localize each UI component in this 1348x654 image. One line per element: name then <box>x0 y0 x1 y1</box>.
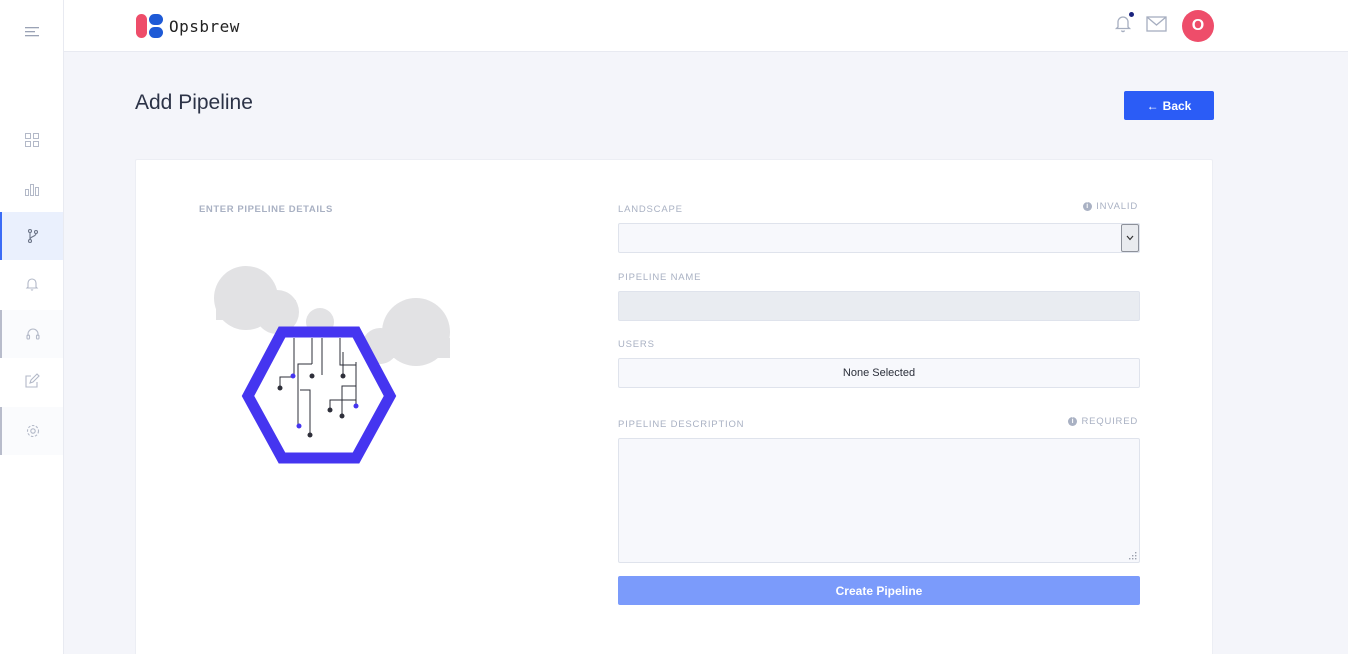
sidebar-item-settings[interactable] <box>0 407 63 455</box>
landscape-status: i INVALID <box>1083 201 1138 212</box>
description-label: PIPELINE DESCRIPTION <box>618 419 745 430</box>
bell-icon <box>25 278 38 291</box>
pipeline-name-input[interactable] <box>618 291 1140 321</box>
menu-toggle-button[interactable] <box>0 0 64 64</box>
messages-button[interactable] <box>1146 16 1167 37</box>
edit-icon <box>24 373 40 388</box>
sidebar-item-dashboard[interactable] <box>0 116 63 164</box>
notifications-button[interactable] <box>1114 12 1134 38</box>
settings-icon <box>26 424 39 438</box>
sidebar-item-support[interactable] <box>0 310 63 358</box>
chevron-down-icon[interactable] <box>1121 224 1139 252</box>
app-name: Opsbrew <box>169 16 240 36</box>
pipeline-name-label: PIPELINE NAME <box>618 272 702 283</box>
grid-icon <box>24 133 39 147</box>
pipeline-illustration <box>214 266 450 464</box>
sidebar-item-alerts[interactable] <box>0 260 63 308</box>
description-status: i REQUIRED <box>1068 416 1138 427</box>
description-status-text: REQUIRED <box>1081 416 1138 427</box>
pipeline-description-textarea[interactable] <box>618 438 1140 563</box>
mail-icon <box>1146 16 1167 32</box>
resize-handle-icon[interactable] <box>1129 552 1137 560</box>
notification-dot <box>1129 12 1134 17</box>
landscape-select[interactable] <box>618 223 1140 253</box>
logo-icon <box>136 14 163 38</box>
page-title: Add Pipeline <box>135 91 253 114</box>
headset-icon <box>25 328 40 340</box>
info-icon: i <box>1068 417 1078 426</box>
pipeline-form-card: ENTER PIPELINE DETAILS LANDSCAPE i INVAL… <box>135 159 1213 654</box>
top-header: Opsbrew O <box>64 0 1348 52</box>
back-button[interactable]: ← Back <box>1124 91 1214 120</box>
menu-icon <box>25 27 39 37</box>
users-label: USERS <box>618 339 655 350</box>
landscape-label: LANDSCAPE <box>618 204 683 215</box>
section-title: ENTER PIPELINE DETAILS <box>199 204 333 215</box>
branch-icon <box>27 228 38 244</box>
sidebar-item-editor[interactable] <box>0 357 63 405</box>
sidebar-item-reports[interactable] <box>0 165 63 213</box>
sidebar <box>0 0 64 654</box>
back-button-label: Back <box>1162 98 1192 113</box>
bar-chart-icon <box>24 184 39 196</box>
app-logo[interactable]: Opsbrew <box>136 14 240 38</box>
create-pipeline-button[interactable]: Create Pipeline <box>618 576 1140 605</box>
arrow-left-icon: ← <box>1146 98 1159 113</box>
info-icon: i <box>1083 202 1093 211</box>
sidebar-item-pipelines[interactable] <box>0 212 63 260</box>
avatar[interactable]: O <box>1182 10 1214 42</box>
users-multiselect[interactable]: None Selected <box>618 358 1140 388</box>
landscape-status-text: INVALID <box>1096 201 1138 212</box>
